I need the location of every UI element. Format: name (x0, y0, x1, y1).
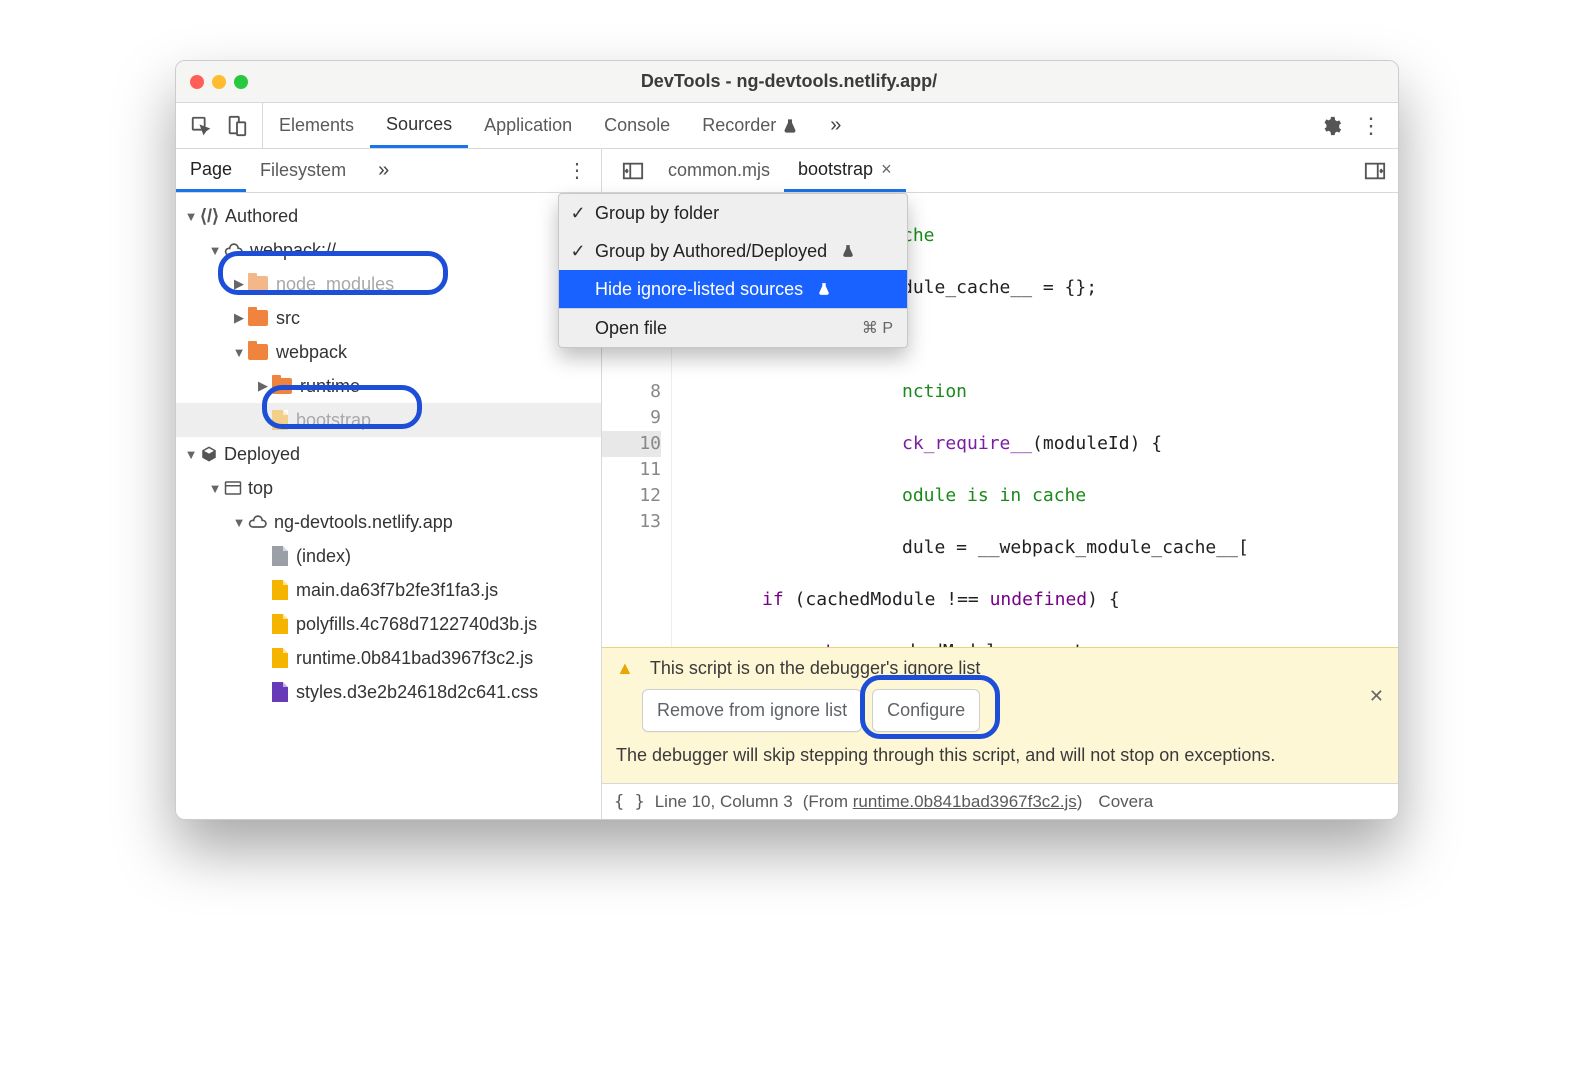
ignore-list-notice: ▲ This script is on the debugger's ignor… (602, 647, 1398, 783)
close-icon[interactable]: ✕ (1369, 686, 1384, 707)
cursor-position: Line 10, Column 3 (655, 792, 793, 812)
window-controls (190, 75, 248, 89)
ctx-hide-ignored[interactable]: Hide ignore-listed sources (559, 270, 907, 308)
cloud-icon (224, 242, 244, 258)
panel-tabs: Elements Sources Application Console Rec… (263, 103, 1304, 148)
tree-group-authored[interactable]: ▼ ⟨/⟩ Authored (176, 199, 601, 233)
ctx-group-by-folder[interactable]: ✓Group by folder (559, 194, 907, 232)
minimize-window-icon[interactable] (212, 75, 226, 89)
device-toggle-icon[interactable] (226, 115, 248, 137)
notice-body: The debugger will skip stepping through … (616, 742, 1384, 769)
file-icon (272, 614, 288, 634)
settings-icon[interactable] (1320, 115, 1342, 137)
tab-console[interactable]: Console (588, 103, 686, 148)
file-tab-bootstrap[interactable]: bootstrap × (784, 149, 906, 192)
notice-heading: This script is on the debugger's ignore … (650, 658, 981, 679)
frame-icon (224, 480, 242, 496)
devtools-window: DevTools - ng-devtools.netlify.app/ Elem… (175, 60, 1399, 820)
kebab-menu-icon[interactable]: ⋮ (1360, 115, 1382, 137)
file-tab-common[interactable]: common.mjs (654, 149, 784, 192)
file-icon (272, 682, 288, 702)
tab-recorder[interactable]: Recorder (686, 103, 814, 148)
file-icon (272, 410, 288, 430)
tree-item-runtime[interactable]: ▶ runtime (176, 369, 601, 403)
tree-item-bootstrap[interactable]: bootstrap (176, 403, 601, 437)
show-debugger-icon[interactable] (1352, 149, 1398, 192)
flask-icon (782, 118, 798, 134)
close-window-icon[interactable] (190, 75, 204, 89)
ctx-open-file[interactable]: Open file ⌘ P (559, 309, 907, 347)
tab-elements[interactable]: Elements (263, 103, 370, 148)
cube-icon (200, 445, 218, 463)
editor-statusbar: { } Line 10, Column 3 (From runtime.0b84… (602, 783, 1398, 819)
tree-item-domain[interactable]: ▼ ng-devtools.netlify.app (176, 505, 601, 539)
tree-item-src[interactable]: ▶ src (176, 301, 601, 335)
tab-sources[interactable]: Sources (370, 103, 468, 148)
tree-file-polyfills[interactable]: polyfills.4c768d7122740d3b.js (176, 607, 601, 641)
folder-icon (248, 310, 268, 326)
main-toolbar: Elements Sources Application Console Rec… (176, 103, 1398, 149)
file-tree: ▼ ⟨/⟩ Authored ▼ webpack:// ▶ node_modul… (176, 193, 601, 819)
file-icon (272, 580, 288, 600)
window-title: DevTools - ng-devtools.netlify.app/ (248, 71, 1330, 92)
braces-icon[interactable]: { } (614, 792, 645, 812)
source-map-link[interactable]: runtime.0b841bad3967f3c2.js (853, 792, 1077, 811)
configure-button[interactable]: Configure (872, 689, 980, 732)
folder-icon (248, 276, 268, 292)
navigator-pane: Page Filesystem » ⋮ ▼ ⟨/⟩ Authored ▼ web… (176, 149, 602, 819)
show-navigator-icon[interactable] (612, 149, 654, 192)
cloud-icon (248, 514, 268, 530)
folder-icon (248, 344, 268, 360)
inspect-icon[interactable] (190, 115, 212, 137)
remove-from-ignore-button[interactable]: Remove from ignore list (642, 689, 862, 732)
content-area: Page Filesystem » ⋮ ▼ ⟨/⟩ Authored ▼ web… (176, 149, 1398, 819)
flask-icon (841, 244, 855, 258)
flask-icon (817, 282, 831, 296)
tab-application[interactable]: Application (468, 103, 588, 148)
tree-item-webpack[interactable]: ▼ webpack:// (176, 233, 601, 267)
nav-tab-filesystem[interactable]: Filesystem (246, 149, 360, 192)
tree-group-deployed[interactable]: ▼ Deployed (176, 437, 601, 471)
close-tab-icon[interactable]: × (881, 159, 892, 180)
code-icon: ⟨/⟩ (200, 206, 219, 227)
coverage-label: Covera (1098, 792, 1153, 812)
zoom-window-icon[interactable] (234, 75, 248, 89)
file-tabs: common.mjs bootstrap × (602, 149, 1398, 193)
tree-item-node-modules[interactable]: ▶ node_modules (176, 267, 601, 301)
file-icon (272, 648, 288, 668)
nav-kebab-icon[interactable]: ⋮ (553, 149, 601, 192)
folder-icon (272, 378, 292, 394)
nav-tab-page[interactable]: Page (176, 149, 246, 192)
file-icon (272, 546, 288, 566)
tree-file-index[interactable]: (index) (176, 539, 601, 573)
nav-more-tabs[interactable]: » (368, 149, 399, 192)
more-tabs-button[interactable]: » (814, 103, 857, 148)
tree-file-main[interactable]: main.da63f7b2fe3f1fa3.js (176, 573, 601, 607)
gear-icon (1320, 115, 1342, 137)
navigator-tabs: Page Filesystem » ⋮ (176, 149, 601, 193)
warning-icon: ▲ (616, 658, 634, 679)
tree-file-runtime[interactable]: runtime.0b841bad3967f3c2.js (176, 641, 601, 675)
source-map-info: (From runtime.0b841bad3967f3c2.js) (803, 792, 1083, 812)
titlebar: DevTools - ng-devtools.netlify.app/ (176, 61, 1398, 103)
navigator-context-menu: ✓Group by folder ✓Group by Authored/Depl… (558, 193, 908, 348)
tree-item-webpack-folder[interactable]: ▼ webpack (176, 335, 601, 369)
tree-item-top[interactable]: ▼ top (176, 471, 601, 505)
tree-file-styles[interactable]: styles.d3e2b24618d2c641.css (176, 675, 601, 709)
ctx-group-by-authored[interactable]: ✓Group by Authored/Deployed (559, 232, 907, 270)
